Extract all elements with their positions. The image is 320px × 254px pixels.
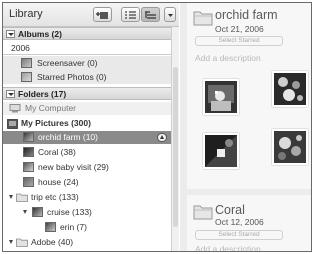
folder-item-cruise[interactable]: cruise (133) (3, 206, 171, 219)
photo-image (274, 131, 306, 163)
library-panel: Library Albums (2) 2006 Screensaver (0) … (3, 3, 179, 251)
album-title[interactable]: orchid farm (215, 8, 278, 22)
starred-album-icon (21, 72, 32, 82)
new-album-icon (96, 12, 108, 19)
collapse-arrow-icon[interactable] (6, 30, 15, 38)
folder-thumb-icon (23, 147, 34, 157)
photo-thumbnail[interactable] (272, 129, 308, 165)
albums-section-header[interactable]: Albums (2) (3, 27, 171, 40)
album-date: Oct 21, 2006 (215, 24, 264, 34)
select-starred-button[interactable]: Select Starred (195, 230, 283, 240)
list-view-button[interactable] (121, 7, 140, 22)
folder-label: orchid farm (10) (38, 132, 98, 142)
folder-item-erin[interactable]: erin (7) (3, 221, 171, 234)
add-description-field[interactable]: Add a description (195, 244, 261, 251)
folder-item-new-baby-visit[interactable]: new baby visit (29) (3, 161, 171, 174)
library-header: Library (3, 3, 179, 27)
new-album-button[interactable] (93, 7, 112, 22)
folder-icon (16, 193, 28, 202)
folder-item-adobe[interactable]: Adobe (40) (3, 236, 171, 249)
expand-arrow-icon[interactable] (23, 210, 27, 214)
picasa-window: Library Albums (2) 2006 Screensaver (0) … (2, 2, 312, 252)
albums-section-label: Albums (2) (18, 29, 62, 39)
folder-label: My Computer (25, 103, 77, 113)
photo-image (274, 73, 306, 105)
upload-icon[interactable] (157, 133, 167, 142)
options-dropdown-button[interactable] (164, 7, 176, 22)
folder-thumb-icon (45, 222, 56, 232)
folders-section-header[interactable]: Folders (17) (3, 87, 171, 100)
expand-arrow-icon[interactable] (9, 240, 13, 244)
photo-thumbnail[interactable] (203, 133, 239, 169)
album-item-screensaver[interactable]: Screensaver (0) (3, 57, 171, 70)
pictures-folder-icon (7, 119, 18, 129)
photo-thumbnail[interactable] (203, 79, 239, 115)
folder-item-my-pictures[interactable]: My Pictures (300) (3, 117, 171, 130)
folder-icon (193, 11, 213, 26)
album-card-orchid-farm: orchid farm Oct 21, 2006 Select Starred … (187, 3, 311, 189)
folder-label: cruise (133) (47, 207, 92, 217)
folder-icon (193, 205, 213, 220)
album-card-coral: Coral Oct 12, 2006 Select Starred Add a … (187, 195, 311, 251)
folder-label: erin (7) (60, 222, 87, 232)
library-scrollbar[interactable] (171, 27, 179, 251)
folder-label: new baby visit (29) (38, 162, 109, 172)
folder-item-house[interactable]: house (24) (3, 176, 171, 189)
year-label: 2006 (11, 43, 30, 53)
photo-image (205, 135, 237, 167)
scrollbar-thumb[interactable] (173, 67, 178, 227)
folder-thumb-icon (23, 162, 34, 172)
tree-view-icon (145, 11, 156, 19)
folder-item-orchid-farm[interactable]: orchid farm (10) (3, 131, 171, 144)
tree-view-button[interactable] (141, 7, 160, 22)
folder-thumb-icon (32, 207, 43, 217)
folder-thumb-icon (23, 132, 34, 142)
add-description-field[interactable]: Add a description (195, 53, 261, 63)
album-item-starred-photos[interactable]: Starred Photos (0) (3, 71, 171, 84)
select-starred-button[interactable]: Select Starred (195, 36, 283, 46)
album-label: Screensaver (0) (37, 58, 98, 68)
expand-arrow-icon[interactable] (9, 195, 13, 199)
folder-label: Adobe (40) (31, 237, 74, 247)
computer-icon (9, 104, 21, 113)
folder-item-coral[interactable]: Coral (38) (3, 146, 171, 159)
list-view-icon (125, 11, 136, 19)
folder-item-my-computer[interactable]: My Computer (3, 102, 171, 115)
photo-thumbnail[interactable] (272, 71, 308, 107)
folder-thumb-icon (23, 177, 34, 187)
album-view-panel: orchid farm Oct 21, 2006 Select Starred … (180, 3, 311, 251)
album-date: Oct 12, 2006 (215, 217, 264, 227)
folder-icon (16, 238, 28, 247)
folder-label: house (24) (38, 177, 79, 187)
photo-image (205, 81, 237, 113)
album-title[interactable]: Coral (215, 203, 245, 217)
screensaver-album-icon (21, 58, 32, 68)
folder-label: trip etc (133) (31, 192, 79, 202)
year-divider (3, 54, 171, 55)
folder-label: Coral (38) (38, 147, 76, 157)
collapse-arrow-icon[interactable] (6, 90, 15, 98)
album-label: Starred Photos (0) (37, 72, 107, 82)
folders-section-label: Folders (17) (18, 89, 67, 99)
folder-item-trip-etc[interactable]: trip etc (133) (3, 191, 171, 204)
library-title: Library (9, 8, 43, 20)
chevron-down-icon (167, 14, 173, 17)
folder-label: My Pictures (300) (21, 118, 91, 128)
